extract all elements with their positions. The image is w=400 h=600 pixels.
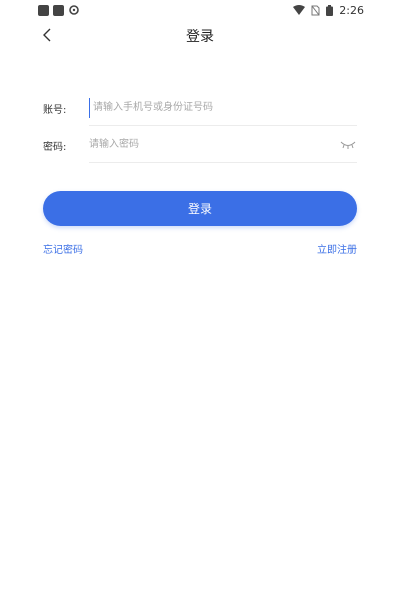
password-visibility-toggle[interactable] [339, 138, 357, 152]
login-button[interactable]: 登录 [43, 191, 357, 226]
status-left [38, 4, 80, 16]
login-screen: 2:26 登录 账号: 密码: [0, 0, 400, 600]
sync-icon [69, 5, 79, 15]
account-row: 账号: [43, 90, 357, 126]
account-label: 账号: [43, 104, 67, 116]
account-field-wrap [89, 90, 357, 126]
status-time: 2:26 [339, 3, 364, 17]
app-notification-icon [38, 4, 49, 16]
password-row: 密码: [43, 127, 357, 163]
password-field-wrap [89, 127, 357, 163]
no-sim-icon [311, 5, 320, 15]
password-input[interactable] [89, 134, 339, 155]
app-notification-icon [53, 4, 64, 16]
battery-icon [326, 4, 334, 16]
status-right: 2:26 [293, 4, 364, 17]
account-input[interactable] [89, 97, 357, 118]
register-link[interactable]: 立即注册 [317, 241, 357, 256]
forgot-password-link[interactable]: 忘记密码 [43, 241, 83, 256]
eye-closed-icon [340, 141, 356, 149]
wifi-icon [293, 5, 306, 15]
status-bar: 2:26 [0, 0, 400, 20]
page-title: 登录 [186, 29, 214, 45]
password-label: 密码: [43, 141, 67, 153]
header: 登录 [0, 22, 400, 48]
